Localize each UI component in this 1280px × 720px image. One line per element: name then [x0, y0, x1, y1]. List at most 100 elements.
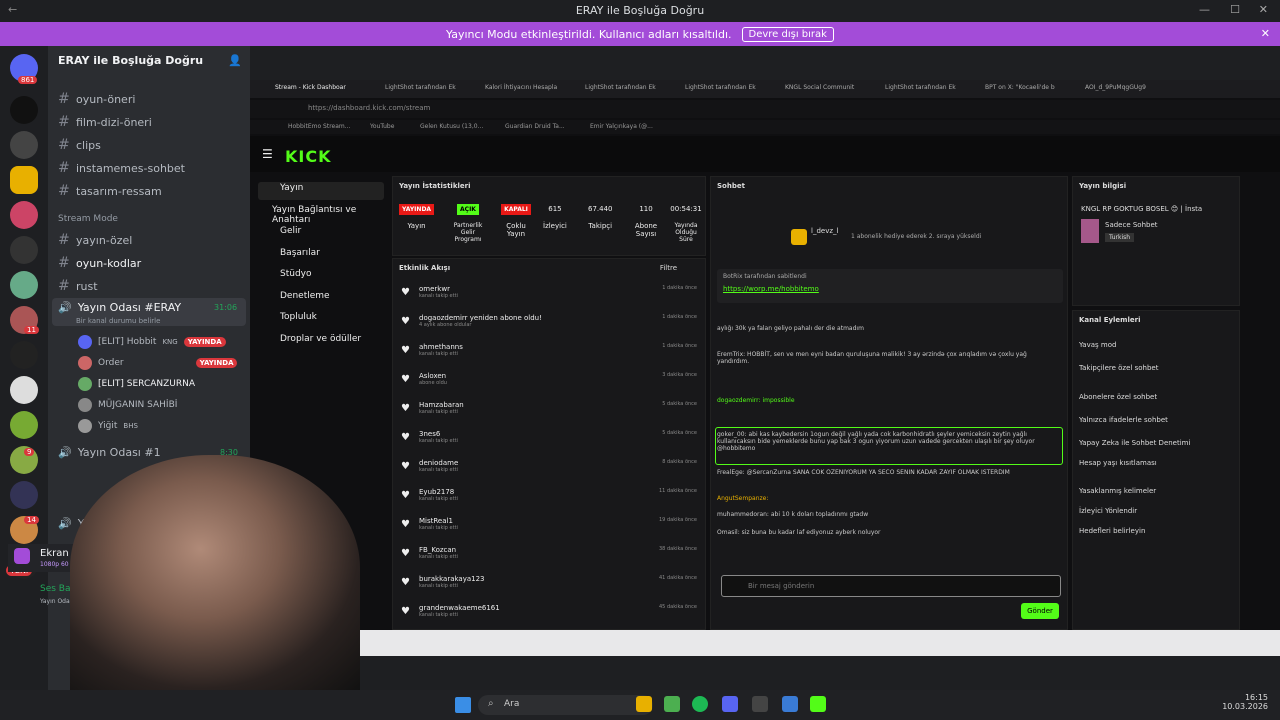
bookmark[interactable]: YouTube [370, 123, 394, 130]
disable-streamer-mode-button[interactable]: Devre dışı bırak [741, 26, 834, 42]
activity-item[interactable]: dogaozdemirr yeniden abone oldu! 4 aylık … [419, 314, 542, 328]
server-icon[interactable] [10, 341, 38, 369]
voice-user[interactable]: [ELIT] SERCANZURNA [78, 377, 195, 391]
bookmark[interactable]: Emir Yalçınkaya (@... [590, 123, 653, 130]
folder-icon[interactable] [10, 166, 38, 194]
channel-item[interactable]: # oyun-kodlar [58, 255, 141, 271]
activity-item[interactable]: deniodame kanalı takip etti [419, 459, 458, 473]
category-header[interactable]: Stream Mode [58, 214, 118, 224]
menu-icon[interactable]: ☰ [262, 147, 273, 161]
voice-user[interactable]: Yiğit BHS [78, 419, 138, 433]
panel-title: Kanal Eylemleri [1079, 316, 1141, 324]
activity-item[interactable]: Hamzabaran kanalı takip etti [419, 401, 464, 415]
nav-item[interactable]: Yayın [280, 183, 303, 193]
activity-item[interactable]: burakkarakaya123 kanalı takip etti [419, 575, 485, 589]
activity-item[interactable]: ahmethanns kanalı takip etti [419, 343, 463, 357]
voice-status[interactable]: Bir kanal durumu belirle [76, 317, 160, 325]
chrome-icon[interactable] [664, 696, 680, 712]
server-icon[interactable] [10, 271, 38, 299]
nav-item[interactable]: Yayın Bağlantısı ve Anahtarı [272, 205, 385, 225]
browser-tab[interactable]: Stream - Kick Dashboar [275, 84, 346, 91]
kick-icon[interactable] [810, 696, 826, 712]
activity-item[interactable]: MistReal1 kanalı takip etti [419, 517, 458, 531]
activity-item[interactable]: FB_Kozcan kanalı takip etti [419, 546, 458, 560]
voice-user[interactable]: [ELIT] Hobbit KNG YAYINDA [78, 335, 226, 349]
action-item[interactable]: Yapay Zeka ile Sohbet Denetimi [1079, 439, 1190, 447]
channel-item[interactable]: # oyun-öneri [58, 91, 135, 107]
channel-item[interactable]: # film-dizi-öneri [58, 114, 152, 130]
chat-input[interactable]: Bir mesaj gönderin [721, 575, 1061, 597]
action-item[interactable]: Takipçilere özel sohbet [1079, 364, 1158, 372]
voice-user[interactable]: Order YAYINDA [78, 356, 238, 370]
activity-time: 38 dakika önce [659, 546, 697, 552]
top-gifter[interactable]: l_devz_l [811, 227, 838, 235]
banner-close-icon[interactable]: ✕ [1261, 27, 1270, 40]
bookmark[interactable]: Gelen Kutusu (13,0... [420, 123, 483, 130]
start-icon[interactable] [455, 697, 471, 713]
activity-item[interactable]: Eyub2178 kanalı takip etti [419, 488, 458, 502]
browser-tab[interactable]: LightShot tarafından Ek [385, 84, 456, 91]
browser-tab[interactable]: LightShot tarafından Ek [885, 84, 956, 91]
filter-button[interactable]: Filtre [660, 264, 677, 272]
browser-tab[interactable]: LightShot tarafından Ek [685, 84, 756, 91]
action-item[interactable]: İzleyici Yönlendir [1079, 507, 1137, 515]
server-icon[interactable] [10, 131, 38, 159]
maximize-icon[interactable]: ☐ [1230, 3, 1240, 16]
channel-item[interactable]: # rust [58, 278, 98, 294]
add-user-icon[interactable]: 👤 [228, 54, 242, 67]
file-explorer-icon[interactable] [636, 696, 652, 712]
server-icon[interactable] [10, 236, 38, 264]
voice-channel[interactable]: 🔊 Yayın Odası #1 [58, 446, 161, 459]
app-icon[interactable] [782, 696, 798, 712]
channel-item[interactable]: # instamemes-sohbet [58, 160, 185, 176]
server-icon[interactable] [10, 411, 38, 439]
browser-tab[interactable]: KNGL Social Communit [785, 84, 854, 91]
nav-item[interactable]: Droplar ve ödüller [280, 334, 361, 344]
server-icon[interactable] [10, 376, 38, 404]
back-icon[interactable]: ← [8, 3, 17, 16]
channel-item[interactable]: # tasarım-ressam [58, 183, 162, 199]
heart-icon: ♥ [401, 432, 410, 443]
activity-item[interactable]: omerkwr kanalı takip etti [419, 285, 458, 299]
minimize-icon[interactable]: — [1199, 3, 1210, 16]
browser-tab[interactable]: AOI_d_9PuMqgGUg9 [1085, 84, 1146, 91]
action-item[interactable]: Abonelere özel sohbet [1079, 393, 1157, 401]
kick-logo[interactable]: KICK [285, 147, 332, 166]
action-item[interactable]: Hesap yaşı kısıtlaması [1079, 459, 1157, 467]
taskbar-search[interactable]: ⌕ Ara [478, 695, 653, 715]
nav-item[interactable]: Topluluk [280, 312, 317, 322]
pinned-link[interactable]: https://worp.me/hobbitemo [723, 285, 819, 293]
nav-item[interactable]: Gelir [280, 226, 301, 236]
browser-tab[interactable]: Kalori İhtiyacını Hesapla [485, 84, 557, 91]
obs-icon[interactable] [752, 696, 768, 712]
channel-item[interactable]: # yayın-özel [58, 232, 132, 248]
action-item[interactable]: Yasaklanmış kelimeler [1079, 487, 1156, 495]
action-item[interactable]: Yalnızca ifadelerle sohbet [1079, 416, 1168, 424]
channel-item[interactable]: # clips [58, 137, 101, 153]
bookmark[interactable]: HobbitEmo Stream... [288, 123, 350, 130]
activity-item[interactable]: Asloxen abone oldu [419, 372, 447, 386]
close-icon[interactable]: ✕ [1259, 3, 1268, 16]
voice-user[interactable]: MÜJGANIN SAHİBİ [78, 398, 177, 412]
discord-icon[interactable] [722, 696, 738, 712]
activity-item[interactable]: 3nes6 kanalı takip etti [419, 430, 458, 444]
server-icon[interactable] [10, 96, 38, 124]
browser-tab[interactable]: BPT on X: "Kocaeli'de b [985, 84, 1055, 91]
bookmark[interactable]: Guardian Druid Ta... [505, 123, 565, 130]
url-text[interactable]: https://dashboard.kick.com/stream [308, 104, 430, 112]
spotify-icon[interactable] [692, 696, 708, 712]
browser-tab[interactable]: LightShot tarafından Ek [585, 84, 656, 91]
nav-item[interactable]: Denetleme [280, 291, 330, 301]
send-button[interactable]: Gönder [1021, 603, 1059, 619]
voice-channel[interactable]: 🔊 Yayın Odası #ERAY [58, 301, 181, 314]
server-icon[interactable] [10, 201, 38, 229]
server-icon[interactable] [10, 481, 38, 509]
server-name[interactable]: ERAY ile Boşluğa Doğru [58, 54, 203, 67]
speaker-icon: 🔊 [58, 517, 72, 530]
action-item[interactable]: Hedefleri belirleyin [1079, 527, 1145, 535]
nav-item[interactable]: Başarılar [280, 248, 320, 258]
action-item[interactable]: Yavaş mod [1079, 341, 1116, 349]
address-bar[interactable]: https://dashboard.kick.com/stream [250, 100, 1280, 118]
activity-item[interactable]: grandenwakaeme6161 kanalı takip etti [419, 604, 500, 618]
nav-item[interactable]: Stüdyo [280, 269, 312, 279]
